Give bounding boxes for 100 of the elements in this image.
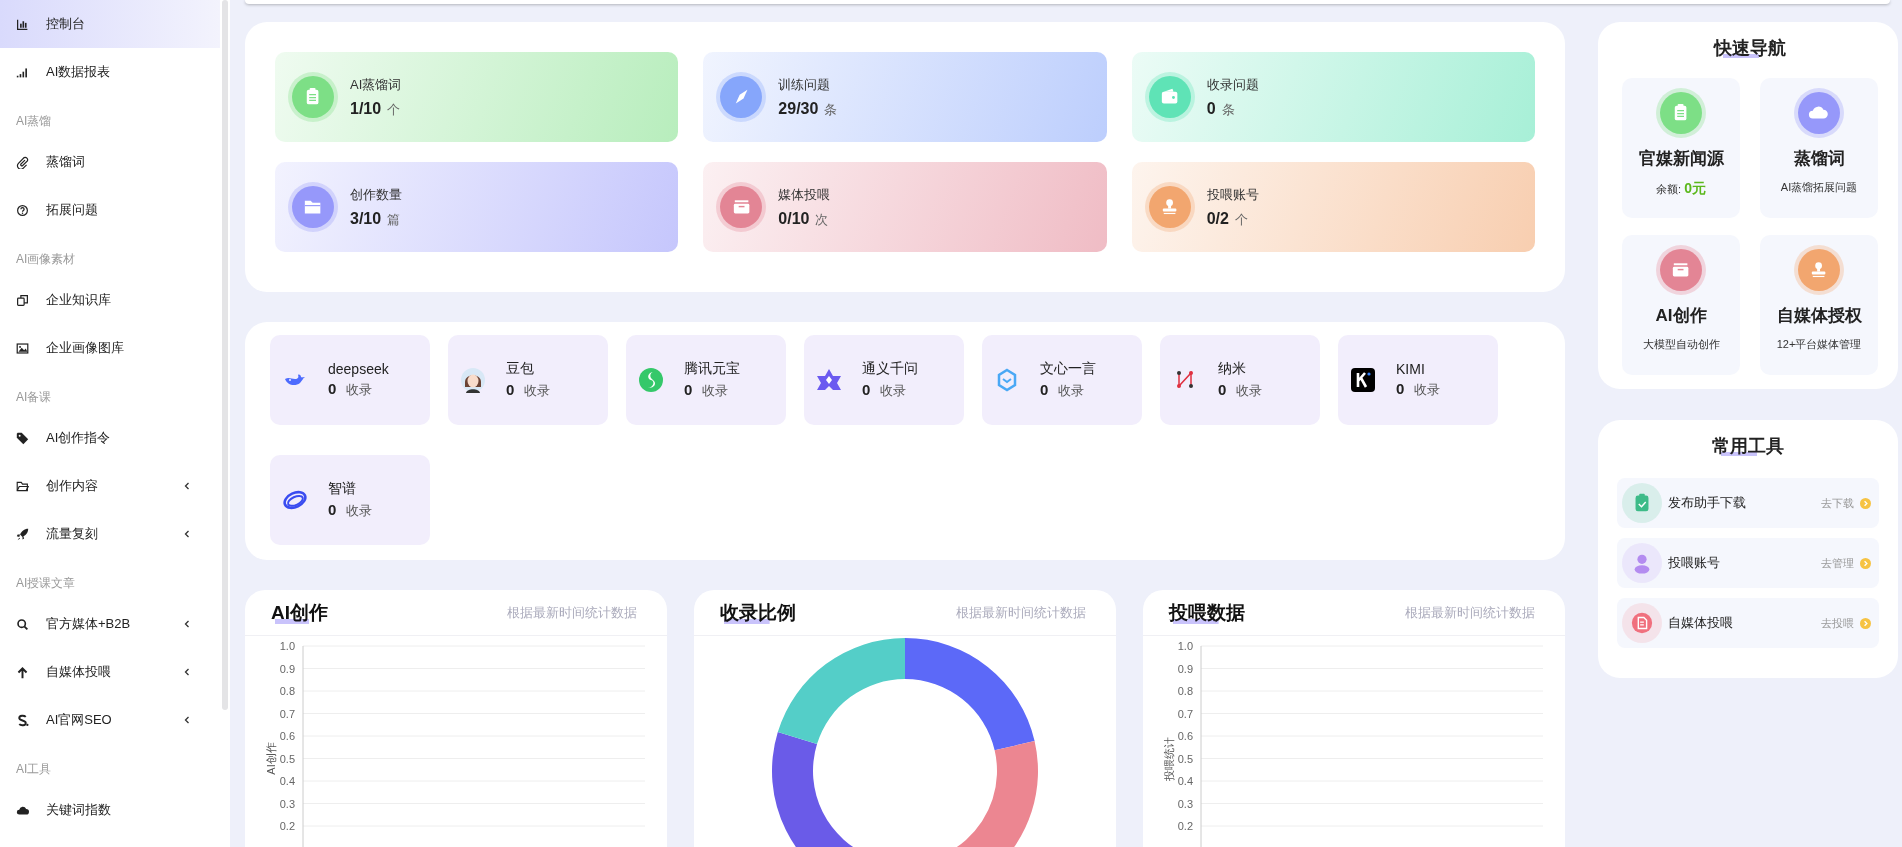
- axis-tick-label: 0.2: [279, 820, 295, 832]
- model-card[interactable]: 豆包 0 收录: [448, 335, 608, 425]
- axis-title: 投喂统计: [1163, 736, 1175, 781]
- nav-subtitle: AI蒸馏拓展问题: [1780, 180, 1858, 195]
- stat-value: 3/10: [350, 209, 382, 228]
- count-unit: 收录: [1058, 382, 1085, 400]
- stat-unit: 篇: [387, 210, 401, 229]
- sidebar-item[interactable]: 流量复刻: [0, 510, 220, 558]
- stat-unit: 条: [824, 100, 838, 119]
- search-icon: [16, 617, 29, 631]
- signal-bars-icon: [16, 65, 29, 79]
- axis-tick-label: 0.8: [1177, 685, 1193, 697]
- axis-tick-label: 1.0: [1177, 640, 1193, 652]
- count-unit: 收录: [346, 502, 373, 520]
- model-card[interactable]: 智谱 0 收录: [270, 455, 430, 545]
- nav-tile[interactable]: 自媒体授权 12+平台媒体管理: [1760, 235, 1878, 375]
- chart-note: 根据最新时间统计数据: [507, 603, 637, 622]
- leaf-circle-icon: [638, 367, 664, 393]
- stat-value: 0/10: [778, 209, 810, 228]
- count-unit: 收录: [880, 382, 907, 400]
- chart-note: 根据最新时间统计数据: [956, 603, 1086, 622]
- arrow-circle-icon[interactable]: [1860, 497, 1871, 509]
- model-card[interactable]: 通义千问 0 收录: [804, 335, 964, 425]
- panel-title: 常用工具: [1712, 434, 1784, 458]
- count-unit: 收录: [702, 382, 729, 400]
- section-heading: AI蒸馏: [15, 113, 52, 130]
- model-name: deepseek: [328, 361, 389, 377]
- axis-tick-label: 0.6: [279, 730, 295, 742]
- stat-value: 1/10: [350, 99, 382, 118]
- stat-label: 收录问题: [1206, 75, 1259, 94]
- arrow-circle-icon[interactable]: [1860, 557, 1871, 569]
- k-square-icon: [1350, 367, 1376, 393]
- paperclip-icon: [16, 155, 29, 169]
- sidebar-item[interactable]: 关键词指数: [0, 786, 220, 834]
- stat-label: AI蒸馏词: [350, 75, 402, 94]
- rocket-icon: [16, 527, 29, 541]
- model-count: 0: [1218, 381, 1227, 398]
- sidebar-item[interactable]: AI创作指令: [0, 414, 220, 462]
- panel-title: 快速导航: [1714, 36, 1786, 60]
- tool-item[interactable]: 自媒体投喂 去投喂: [1617, 598, 1879, 648]
- axis-tick-label: 0.9: [279, 662, 295, 675]
- nav-subtitle: 12+平台媒体管理: [1776, 337, 1862, 352]
- nav-tile[interactable]: 蒸馏词 AI蒸馏拓展问题: [1760, 78, 1878, 218]
- model-count: 0: [506, 381, 515, 398]
- sidebar-item[interactable]: 企业知识库: [0, 276, 220, 324]
- model-name: 通义千问: [862, 360, 918, 378]
- stat-value: 0/2: [1206, 209, 1229, 228]
- nav-subtitle: 余额: 0元: [1656, 180, 1706, 198]
- axis-tick-label: 0.6: [1177, 730, 1193, 742]
- nav-tile[interactable]: AI创作 大模型自动创作: [1622, 235, 1740, 375]
- model-card[interactable]: deepseek 0 收录: [270, 335, 430, 425]
- stat-value: 0: [1206, 99, 1216, 118]
- axis-tick-label: 0.3: [1177, 797, 1193, 810]
- sidebar-item[interactable]: AI官网SEO: [0, 696, 220, 744]
- star-knot-icon: [816, 367, 842, 393]
- model-count: 0: [328, 380, 337, 397]
- nav-tile[interactable]: 官媒新闻源 余额: 0元: [1622, 78, 1740, 218]
- sidebar-item[interactable]: 控制台: [0, 0, 220, 48]
- section-heading: AI画像素材: [15, 251, 76, 268]
- stat-unit: 个: [1234, 210, 1248, 229]
- avatar-icon: [460, 367, 486, 393]
- sidebar-item[interactable]: 蒸馏词: [0, 138, 220, 186]
- axis-tick-label: 0.2: [1177, 820, 1193, 832]
- tool-label: 发布助手下载: [1668, 494, 1747, 512]
- axis-tick-label: 0.4: [279, 775, 295, 787]
- scrollbar[interactable]: [222, 0, 228, 710]
- model-name: KIMI: [1396, 361, 1426, 377]
- axis-tick-label: 0.4: [1177, 775, 1193, 787]
- axis-tick-label: 0.9: [1177, 662, 1193, 675]
- sidebar-item[interactable]: 创作内容: [0, 462, 220, 510]
- document-icon: [1622, 603, 1662, 643]
- model-card[interactable]: 纳米 0 收录: [1160, 335, 1320, 425]
- section-heading: AI授课文章: [15, 575, 76, 592]
- stat-unit: 条: [1221, 100, 1235, 119]
- axis-tick-label: 0.5: [1177, 752, 1193, 765]
- chart-note: 根据最新时间统计数据: [1405, 603, 1535, 622]
- copy-icon: [16, 293, 29, 307]
- tag-icon: [16, 431, 29, 445]
- sidebar-item[interactable]: AI数据报表: [0, 48, 220, 96]
- user-icon: [1622, 543, 1662, 583]
- image-icon: [16, 341, 29, 355]
- sidebar-item[interactable]: 自媒体投喂: [0, 648, 220, 696]
- axis-tick-label: 0.8: [279, 685, 295, 697]
- section-heading: AI备课: [15, 389, 52, 406]
- stat-value: 29/30: [778, 99, 819, 118]
- model-card[interactable]: 文心一言 0 收录: [982, 335, 1142, 425]
- stat-label: 训练问题: [778, 75, 832, 94]
- model-count: 0: [684, 381, 693, 398]
- sidebar-item[interactable]: 官方媒体+B2B: [0, 600, 220, 648]
- tool-item[interactable]: 发布助手下载 去下载: [1617, 478, 1879, 528]
- model-name: 腾讯元宝: [684, 360, 740, 378]
- arrow-circle-icon[interactable]: [1860, 617, 1871, 629]
- model-card[interactable]: 腾讯元宝 0 收录: [626, 335, 786, 425]
- nav-subtitle: 大模型自动创作: [1642, 337, 1720, 352]
- tool-item[interactable]: 投喂账号 去管理: [1617, 538, 1879, 588]
- tool-label: 自媒体投喂: [1668, 614, 1734, 632]
- sidebar-item[interactable]: 企业画像图库: [0, 324, 220, 372]
- tool-label: 投喂账号: [1668, 554, 1721, 572]
- model-card[interactable]: KIMI 0 收录: [1338, 335, 1498, 425]
- sidebar-item[interactable]: 拓展问题: [0, 186, 220, 234]
